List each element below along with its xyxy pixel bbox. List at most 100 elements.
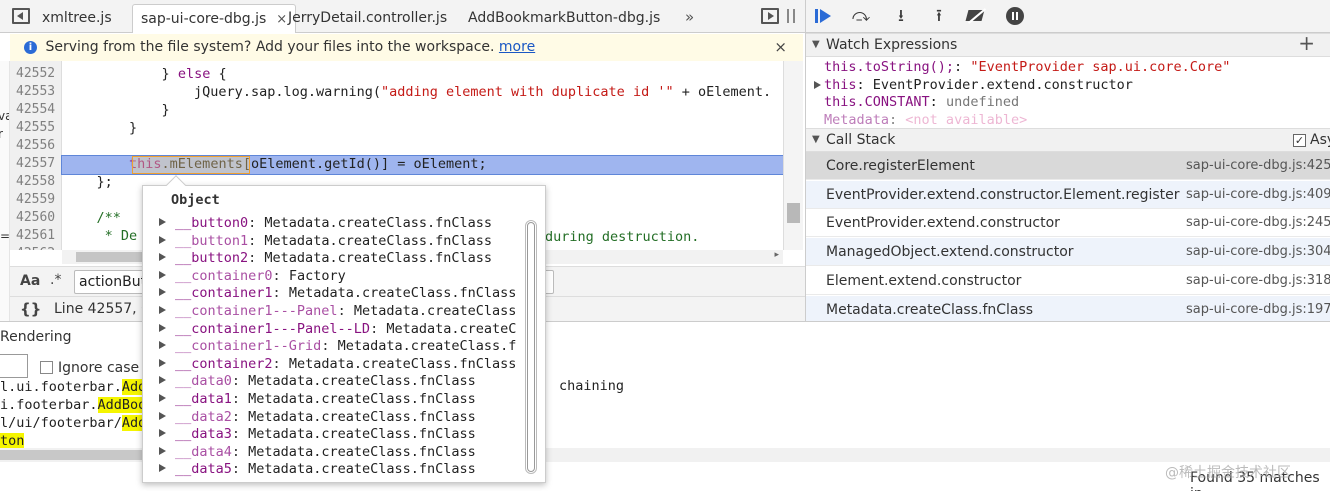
- object-property-row[interactable]: __data5: Metadata.createClass.fnClass: [159, 461, 476, 479]
- object-property-row[interactable]: __button0: Metadata.createClass.fnClass: [159, 215, 492, 233]
- call-frame-location[interactable]: sap-ui-core-dbg.js:245: [1186, 209, 1330, 236]
- tab-label: sap-ui-core-dbg.js: [141, 11, 267, 27]
- editor-tab[interactable]: JerryDetail.controller.js: [280, 4, 455, 33]
- line-number[interactable]: 42558: [10, 173, 60, 191]
- call-frame[interactable]: ManagedObject.extend.constructor sap-ui-c…: [806, 238, 1330, 267]
- expand-arrow-icon[interactable]: [159, 253, 166, 262]
- object-property-row[interactable]: __container1--Grid: Metadata.createClass…: [159, 338, 516, 356]
- watch-expression-name: this: [824, 76, 857, 93]
- ignore-case-checkbox[interactable]: [40, 361, 53, 374]
- line-number[interactable]: 42555: [10, 119, 60, 137]
- call-frame-location[interactable]: sap-ui-core-dbg.js:304: [1186, 238, 1330, 265]
- step-over-icon[interactable]: ⤼: [848, 4, 874, 28]
- call-frame[interactable]: Core.registerElement sap-ui-core-dbg.js:4…: [806, 152, 1330, 180]
- call-frame[interactable]: Element.extend.constructor sap-ui-core-db…: [806, 266, 1330, 295]
- object-property-row[interactable]: __button1: Metadata.createClass.fnClass: [159, 233, 492, 251]
- object-property-row[interactable]: __container1: Metadata.createClass.fnCla…: [159, 285, 516, 303]
- expand-arrow-icon[interactable]: [159, 270, 166, 279]
- resume-icon[interactable]: [810, 4, 836, 28]
- call-frame-function: EventProvider.extend.constructor.Element…: [826, 186, 1180, 203]
- expand-arrow-icon[interactable]: [159, 218, 166, 226]
- expand-arrow-icon[interactable]: [159, 429, 166, 438]
- expand-arrow-icon[interactable]: [159, 306, 166, 314]
- line-number[interactable]: 42562: [10, 245, 60, 250]
- watch-expression[interactable]: Metadata: <not available>: [824, 111, 1027, 129]
- object-property-row[interactable]: __container1---Panel: Metadata.createCla…: [159, 303, 516, 321]
- code-line: }: [64, 101, 170, 119]
- expand-arrow-icon[interactable]: [159, 464, 166, 473]
- search-result-line[interactable]: i.footerbar.AddBoo: [0, 396, 147, 414]
- code-token: }: [161, 102, 170, 118]
- tabs-overflow-button[interactable]: »: [685, 8, 694, 26]
- line-number[interactable]: 42553: [10, 83, 60, 101]
- line-number[interactable]: 42559: [10, 191, 60, 209]
- object-property-row[interactable]: __data3: Metadata.createClass.fnClass: [159, 426, 476, 444]
- expand-arrow-icon[interactable]: [814, 80, 821, 89]
- expand-arrow-icon[interactable]: [159, 376, 166, 385]
- object-property-row[interactable]: __container1---Panel--LD: Metadata.creat…: [159, 321, 516, 339]
- call-frame-location[interactable]: sap-ui-core-dbg.js:318: [1186, 267, 1330, 294]
- pause-on-exceptions-icon[interactable]: [1002, 4, 1028, 28]
- pretty-print-button[interactable]: {}: [20, 300, 41, 318]
- call-frame[interactable]: EventProvider.extend.constructor sap-ui-c…: [806, 209, 1330, 238]
- search-result-line[interactable]: l/ui/footerbar/Add: [0, 414, 147, 432]
- property-name: __container0: [175, 267, 273, 284]
- expand-arrow-icon[interactable]: [159, 288, 166, 297]
- expand-arrow-icon[interactable]: [159, 323, 166, 332]
- watch-expressions-header[interactable]: ▼ Watch Expressions +: [806, 32, 1330, 57]
- match-case-button[interactable]: Aa: [20, 273, 40, 289]
- object-property-row[interactable]: __container2: Metadata.createClass.fnCla…: [159, 356, 516, 374]
- line-number[interactable]: 42552: [10, 65, 60, 83]
- expand-arrow-icon[interactable]: [159, 235, 166, 244]
- step-into-icon[interactable]: ⭳: [888, 4, 914, 28]
- expand-arrow-icon[interactable]: [159, 341, 166, 350]
- search-result-match: AddBoo: [97, 397, 147, 413]
- object-property-row[interactable]: __button2: Metadata.createClass.fnClass: [159, 250, 492, 268]
- deactivate-breakpoints-icon[interactable]: [964, 4, 990, 28]
- drawer-search-input[interactable]: [0, 354, 28, 378]
- watch-expression[interactable]: this.toString();: "EventProvider sap.ui.…: [824, 58, 1230, 76]
- popover-scrollbar[interactable]: [525, 220, 537, 474]
- add-watch-button[interactable]: +: [1298, 32, 1315, 54]
- object-property-row[interactable]: __data0: Metadata.createClass.fnClass: [159, 373, 476, 391]
- line-number[interactable]: 42556: [10, 137, 60, 155]
- editor-tab[interactable]: xmltree.js: [34, 4, 120, 33]
- call-frame-location[interactable]: sap-ui-core-dbg.js:409: [1186, 181, 1330, 208]
- line-number[interactable]: 42557: [10, 155, 60, 173]
- editor-tab[interactable]: sap-ui-core-dbg.js ×: [132, 4, 297, 33]
- regex-button[interactable]: .*: [50, 272, 61, 288]
- expand-arrow-icon[interactable]: [159, 411, 166, 420]
- line-number[interactable]: 42561: [10, 227, 60, 245]
- object-preview-popover[interactable]: Object __button0: Metadata.createClass.f…: [142, 175, 546, 483]
- object-property-row[interactable]: __data4: Metadata.createClass.fnClass: [159, 444, 476, 462]
- watch-expression[interactable]: this.CONSTANT: undefined: [824, 93, 1019, 111]
- toggle-navigator-icon[interactable]: [12, 8, 30, 24]
- infobar-close-icon[interactable]: ×: [774, 34, 787, 61]
- watch-expression[interactable]: this: EventProvider.extend.constructor: [824, 76, 1133, 94]
- toggle-debugger-sidebar-icon[interactable]: [761, 8, 779, 24]
- call-stack-header[interactable]: ▼ Call Stack ✓ Asy: [806, 128, 1330, 152]
- line-number[interactable]: 42554: [10, 101, 60, 119]
- object-property-row[interactable]: __data1: Metadata.createClass.fnClass: [159, 391, 476, 409]
- step-out-icon[interactable]: ⭱: [926, 4, 952, 28]
- editor-vertical-scrollbar[interactable]: [783, 61, 803, 250]
- object-property-row[interactable]: __container0: Factory: [159, 268, 346, 286]
- property-value: Metadata.createClass.fnClass: [264, 250, 492, 267]
- call-frame[interactable]: Metadata.createClass.fnClass sap-ui-core-…: [806, 295, 1330, 324]
- call-frame-location[interactable]: sap-ui-core-dbg.js:197: [1186, 296, 1330, 323]
- expand-arrow-icon[interactable]: [159, 446, 166, 455]
- object-property-row[interactable]: __data2: Metadata.createClass.fnClass: [159, 409, 476, 427]
- line-number-gutter[interactable]: 42552 42553 42554 42555 42556 42557 42558 42559…: [10, 61, 62, 250]
- property-separator: :: [337, 303, 354, 319]
- expand-arrow-icon[interactable]: [159, 394, 166, 402]
- more-tools-icon[interactable]: [787, 9, 795, 23]
- editor-tab[interactable]: AddBookmarkButton-dbg.js: [460, 4, 668, 33]
- search-result-line[interactable]: l.ui.footerbar.Add: [0, 378, 147, 396]
- call-frame-location[interactable]: sap-ui-core-dbg.js:425: [1186, 152, 1330, 179]
- expand-arrow-icon[interactable]: [159, 358, 166, 367]
- call-frame[interactable]: EventProvider.extend.constructor.Element…: [806, 180, 1330, 209]
- async-checkbox[interactable]: ✓: [1293, 134, 1306, 147]
- infobar-more-link[interactable]: more: [499, 39, 535, 55]
- line-number[interactable]: 42560: [10, 209, 60, 227]
